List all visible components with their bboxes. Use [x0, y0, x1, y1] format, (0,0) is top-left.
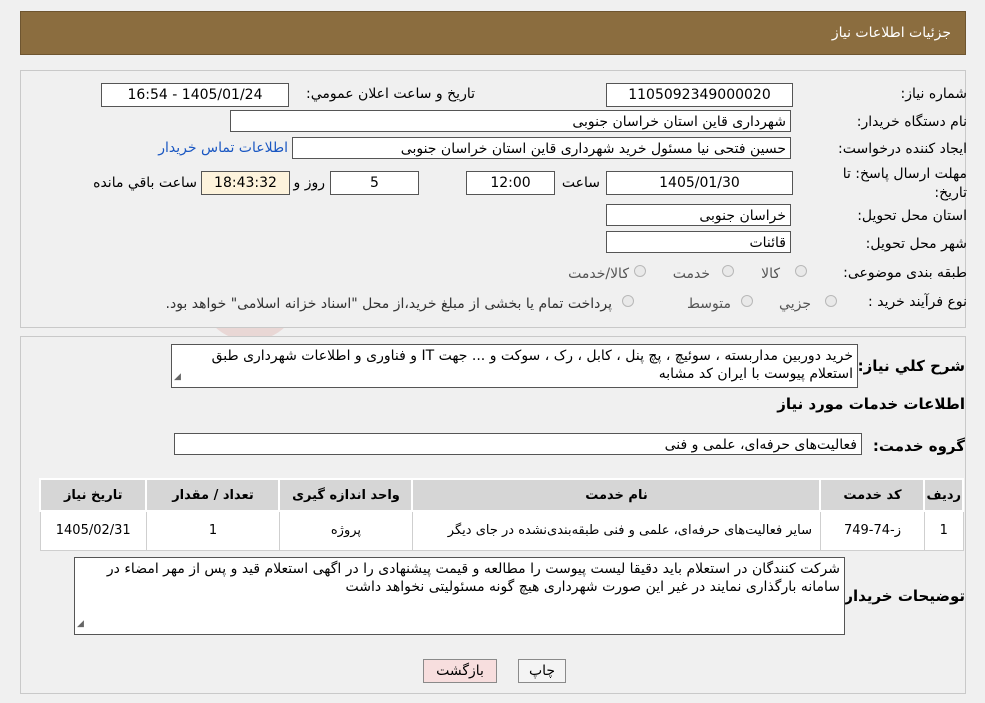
city-label: شهر محل تحويل: [865, 236, 967, 252]
need-summary-textarea[interactable]: خرید دوربین مداربسته ، سوئیچ ، پچ پنل ، … [171, 344, 858, 388]
category-service-label: خدمت [672, 266, 710, 282]
resize-grip-icon[interactable]: ◢ [77, 615, 84, 633]
resize-grip-icon[interactable]: ◢ [174, 368, 181, 386]
treasury-payment-radio[interactable] [622, 295, 634, 307]
col-unit-header: واحد اندازه گيری [278, 478, 414, 512]
purchase-minor-label: جزيي [779, 296, 811, 312]
category-goods-label: كالا [761, 266, 780, 282]
buyer-notes-label: توضيحات خريدار: [838, 587, 965, 605]
days-label: روز و [293, 175, 326, 191]
table-row: 1 ز-74-749 سایر فعالیت‌های حرفه‌ای، علمی… [39, 510, 964, 551]
need-summary-label: شرح کلي نياز: [857, 357, 965, 375]
service-group-field: فعالیت‌های حرفه‌ای، علمی و فنی [174, 433, 862, 455]
buyer-contact-link[interactable]: اطلاعات تماس خريدار [158, 140, 288, 156]
purchase-medium-radio[interactable] [741, 295, 753, 307]
cell-quantity: 1 [145, 510, 280, 551]
col-date-header: تاريخ نياز [38, 478, 148, 512]
cell-unit: پروژه [278, 510, 413, 551]
col-row-header: رديف [923, 478, 964, 512]
days-remaining-field: 5 [330, 171, 419, 195]
cell-service-name: سایر فعالیت‌های حرفه‌ای، علمی و فنی طبقه… [411, 510, 821, 551]
page-title: جزئیات اطلاعات نیاز [831, 25, 951, 41]
treasury-payment-note: پرداخت تمام يا بخشی از مبلغ خريد،از محل … [165, 296, 612, 312]
creator-field: حسین فتحی نیا مسئول خرید شهرداری قاین اس… [292, 137, 791, 159]
remaining-time-label: ساعت باقي مانده [93, 175, 197, 191]
deadline-time-label: ساعت [561, 175, 600, 191]
announce-label: تاریخ و ساعت اعلان عمومي: [306, 86, 475, 102]
buyer-notes-text: شرکت کنندگان در استعلام باید دقیقا لیست … [106, 561, 840, 595]
purchase-medium-label: متوسط [687, 296, 731, 312]
table-header-row: رديف کد خدمت نام خدمت واحد اندازه گيری ت… [38, 478, 964, 512]
col-code-header: کد خدمت [819, 478, 926, 512]
category-goods-service-label: كالا/خدمت [568, 266, 629, 282]
services-section-title: اطلاعات خدمات مورد نياز [777, 395, 965, 413]
deadline-label: مهلت ارسال پاسخ: تا تاريخ: [842, 166, 967, 201]
col-qty-header: تعداد / مقدار [145, 478, 281, 512]
buyer-notes-textarea[interactable]: شرکت کنندگان در استعلام باید دقیقا لیست … [74, 557, 845, 635]
services-table: رديف کد خدمت نام خدمت واحد اندازه گيری ت… [38, 478, 964, 551]
category-service-radio[interactable] [722, 265, 734, 277]
category-goods-service-radio[interactable] [634, 265, 646, 277]
cell-need-date: 1405/02/31 [39, 510, 147, 551]
creator-label: ايجاد کننده درخواست: [838, 141, 967, 157]
buyer-org-label: نام دستگاه خريدار: [856, 114, 967, 130]
need-number-field: 1105092349000020 [606, 83, 793, 107]
province-label: استان محل تحويل: [857, 208, 967, 224]
deadline-time-field: 12:00 [466, 171, 555, 195]
province-field: خراسان جنوبی [606, 204, 791, 226]
back-button[interactable]: بازگشت [423, 659, 497, 683]
print-button[interactable]: چاپ [518, 659, 566, 683]
page-header: جزئیات اطلاعات نیاز [20, 11, 966, 55]
city-field: قائنات [606, 231, 791, 253]
cell-service-code: ز-74-749 [819, 510, 925, 551]
need-number-label: شماره نیاز: [900, 86, 968, 102]
service-group-label: گروه خدمت: [872, 437, 965, 455]
deadline-date-field: 1405/01/30 [606, 171, 793, 195]
category-label: طبقه بندی موضوعی: [843, 265, 967, 281]
category-goods-radio[interactable] [795, 265, 807, 277]
purchase-minor-radio[interactable] [825, 295, 837, 307]
cell-row-number: 1 [923, 510, 964, 551]
remaining-time-field: 18:43:32 [201, 171, 290, 195]
need-summary-text: خرید دوربین مداربسته ، سوئیچ ، پچ پنل ، … [211, 348, 853, 382]
col-name-header: نام خدمت [411, 478, 822, 512]
announce-datetime-field: 1405/01/24 - 16:54 [101, 83, 289, 107]
buyer-org-field: شهرداری قاین استان خراسان جنوبی [230, 110, 791, 132]
purchase-type-label: نوع فرآيند خريد : [868, 294, 967, 310]
